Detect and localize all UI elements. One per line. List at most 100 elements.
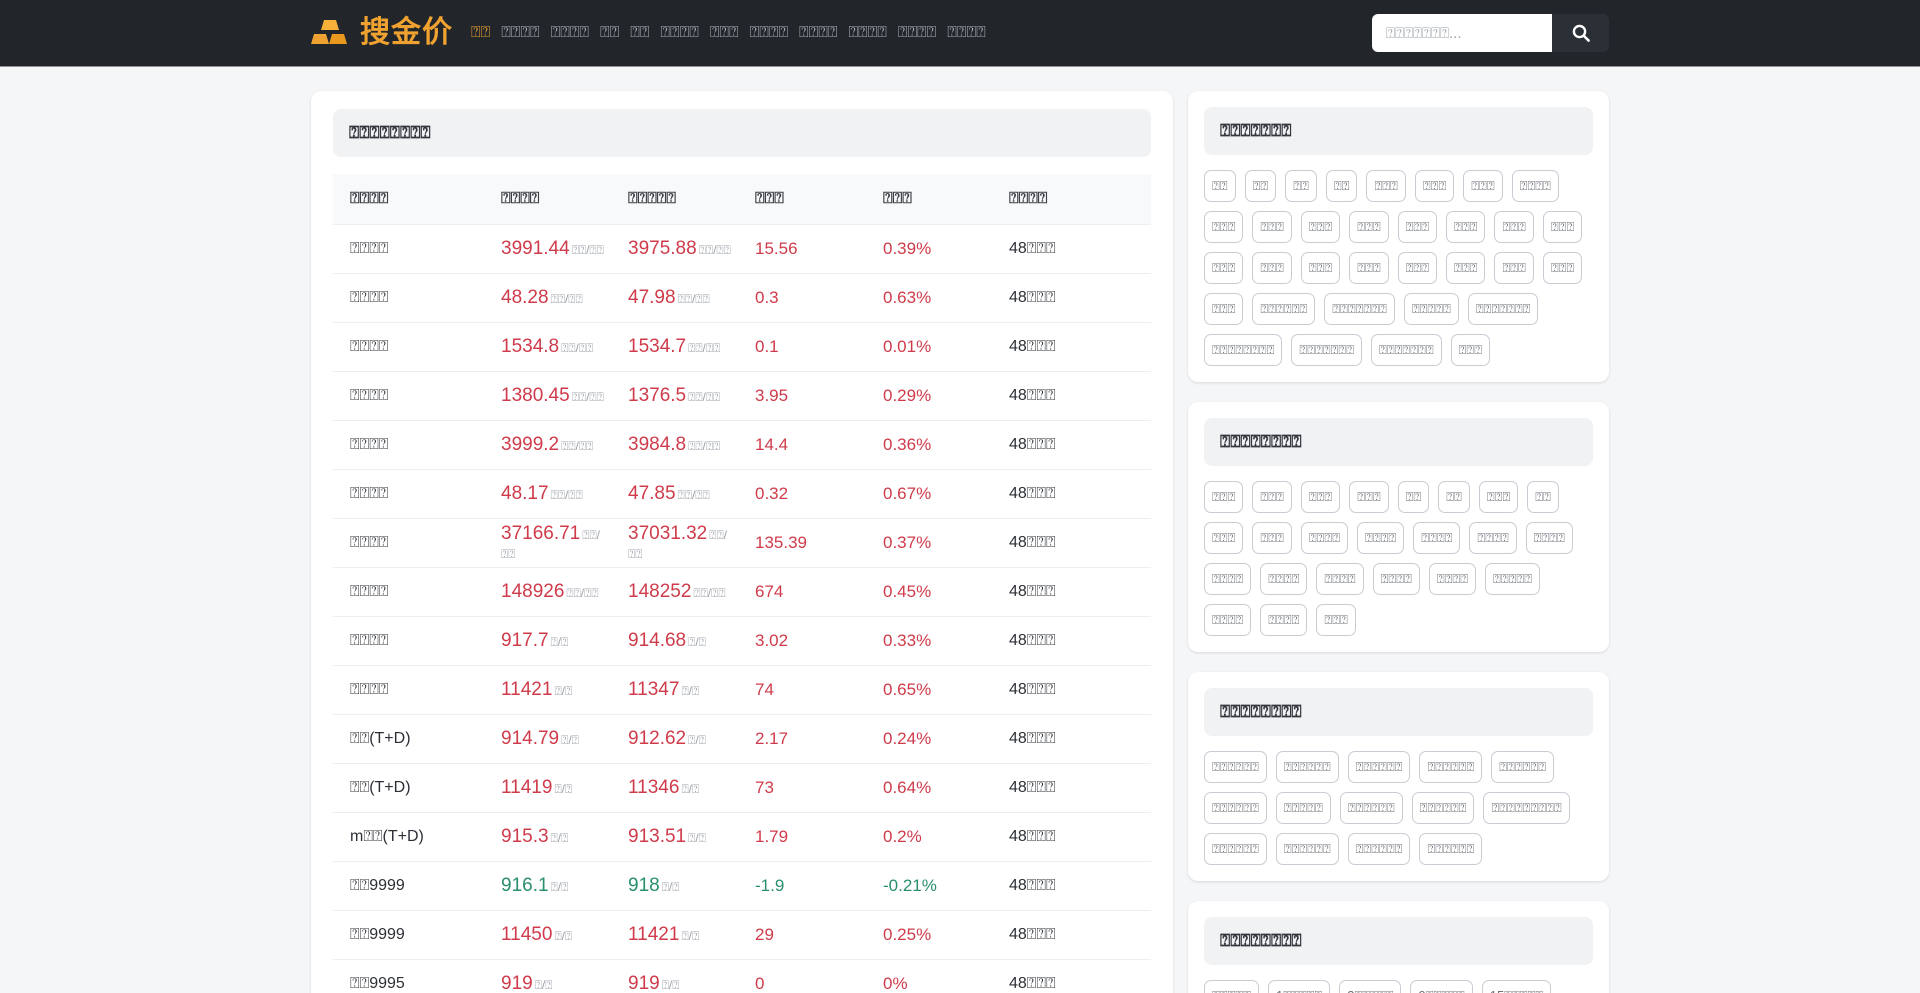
table-row[interactable]: m⍰⍰(T+D) 915.3 ⍰/⍰ 913.51 ⍰/⍰ 1.79 0.2% 48⍰⍰⍰ [333, 811, 1151, 861]
tag-link[interactable]: ⍰⍰⍰⍰ [1260, 563, 1308, 595]
tag-link[interactable]: ⍰⍰⍰⍰ [1300, 522, 1349, 554]
tag-link[interactable]: ⍰⍰⍰ [1252, 211, 1292, 243]
tag-link[interactable]: ⍰⍰⍰⍰ [1525, 522, 1573, 554]
tag-link[interactable]: ⍰⍰⍰ [1300, 481, 1341, 513]
tag-link[interactable]: ⍰⍰⍰ [1494, 211, 1534, 243]
logo[interactable]: 搜金价 [311, 16, 453, 50]
tag-link[interactable]: ⍰⍰⍰ [1300, 252, 1341, 284]
tag-link[interactable]: ⍰⍰⍰⍰⍰⍰ [1347, 833, 1411, 865]
tag-link[interactable]: ⍰⍰⍰⍰⍰⍰ [1252, 293, 1316, 325]
tag-link[interactable]: ⍰⍰ [1204, 170, 1236, 202]
table-row[interactable]: ⍰⍰⍰⍰ 148926 ⍰⍰/⍰⍰ 148252 ⍰⍰/⍰⍰ 674 0.45% 48⍰⍰⍰ [333, 566, 1151, 616]
tag-link[interactable]: ⍰⍰⍰⍰ [1413, 522, 1461, 554]
table-row[interactable]: ⍰⍰9999 11450 ⍰/⍰ 11421 ⍰/⍰ 29 0.25% 48⍰⍰⍰ [333, 909, 1151, 959]
tag-link[interactable]: ⍰⍰⍰⍰⍰⍰ [1275, 751, 1339, 783]
nav-item[interactable]: ⍰⍰⍰⍰ [551, 20, 589, 46]
tag-link[interactable]: ⍰⍰⍰⍰⍰⍰⍰ [1371, 334, 1442, 366]
tag-link[interactable]: ⍰⍰⍰⍰ [1372, 563, 1420, 595]
table-row[interactable]: ⍰⍰(T+D) 11419 ⍰/⍰ 11346 ⍰/⍰ 73 0.64% 48⍰⍰⍰ [333, 762, 1151, 812]
tag-link[interactable]: ⍰⍰⍰⍰ [1428, 563, 1477, 595]
tag-link[interactable]: ⍰⍰ [1325, 170, 1358, 202]
tag-link[interactable]: 15⍰⍰⍰⍰⍰ [1481, 980, 1552, 993]
tag-link[interactable]: ⍰⍰⍰ [1204, 252, 1244, 284]
tag-link[interactable]: ⍰⍰⍰ [1366, 170, 1406, 202]
tag-link[interactable]: ⍰⍰⍰⍰⍰⍰ [1419, 751, 1483, 783]
tag-link[interactable]: ⍰⍰⍰⍰⍰⍰ [1204, 792, 1267, 824]
tag-link[interactable]: ⍰⍰⍰ [1252, 522, 1292, 554]
tag-link[interactable]: ⍰⍰⍰ [1300, 211, 1341, 243]
search-input[interactable] [1372, 14, 1552, 52]
tag-link[interactable]: ⍰⍰⍰⍰⍰⍰ [1419, 833, 1483, 865]
tag-link[interactable]: ⍰⍰⍰⍰⍰⍰ [1204, 833, 1267, 865]
tag-link[interactable]: ⍰⍰⍰⍰⍰⍰ [1347, 751, 1411, 783]
nav-item[interactable]: ⍰⍰ [630, 20, 649, 46]
table-row[interactable]: ⍰⍰(T+D) 914.79 ⍰/⍰ 912.62 ⍰/⍰ 2.17 0.24% 48⍰⍰⍰ [333, 713, 1151, 763]
tag-link[interactable]: ⍰⍰⍰⍰⍰⍰ [1204, 751, 1267, 783]
tag-link[interactable]: ⍰⍰⍰⍰⍰⍰⍰⍰ [1204, 334, 1283, 366]
tag-link[interactable]: ⍰⍰⍰⍰⍰⍰⍰ [1291, 334, 1363, 366]
tag-link[interactable]: ⍰⍰⍰ [1316, 604, 1356, 636]
tag-link[interactable]: ⍰⍰⍰⍰ [1511, 170, 1559, 202]
tag-link[interactable]: ⍰⍰⍰⍰⍰⍰⍰ [1324, 293, 1395, 325]
tag-link[interactable]: ⍰⍰⍰ [1204, 481, 1244, 513]
tag-link[interactable]: ⍰⍰⍰⍰ [1204, 604, 1252, 636]
table-row[interactable]: ⍰⍰9995 919 ⍰/⍰ 919 ⍰/⍰ 0 0% 48⍰⍰⍰ [333, 958, 1151, 993]
tag-link[interactable]: ⍰⍰ [1244, 170, 1277, 202]
tag-link[interactable]: ⍰⍰⍰ [1446, 252, 1486, 284]
tag-link[interactable]: ⍰⍰⍰ [1349, 211, 1389, 243]
table-row[interactable]: ⍰⍰9999 916.1 ⍰/⍰ 918 ⍰/⍰ -1.9 -0.21% 48⍰⍰⍰ [333, 860, 1151, 910]
tag-link[interactable]: ⍰⍰⍰ [1414, 170, 1455, 202]
tag-link[interactable]: 3⍰⍰⍰⍰⍰ [1339, 980, 1402, 993]
tag-link[interactable]: ⍰⍰⍰⍰⍰ [1275, 792, 1331, 824]
tag-link[interactable]: ⍰⍰⍰ [1204, 293, 1244, 325]
tag-link[interactable]: ⍰⍰⍰⍰ [1469, 522, 1517, 554]
table-row[interactable]: ⍰⍰⍰⍰ 48.17 ⍰⍰/⍰⍰ 47.85 ⍰⍰/⍰⍰ 0.32 0.67% 48⍰⍰⍰ [333, 468, 1151, 518]
tag-link[interactable]: ⍰⍰⍰ [1478, 481, 1519, 513]
tag-link[interactable]: ⍰⍰ [1285, 170, 1317, 202]
nav-item[interactable]: ⍰⍰⍰⍰ [750, 20, 788, 46]
tag-link[interactable]: ⍰⍰⍰⍰ [1357, 522, 1405, 554]
tag-link[interactable]: ⍰⍰⍰ [1397, 252, 1438, 284]
tag-link[interactable]: ⍰⍰⍰ [1542, 252, 1583, 284]
table-row[interactable]: ⍰⍰⍰⍰ 1380.45 ⍰⍰/⍰⍰ 1376.5 ⍰⍰/⍰⍰ 3.95 0.29% 48⍰⍰… [333, 370, 1151, 420]
tag-link[interactable]: ⍰⍰⍰ [1204, 211, 1244, 243]
tag-link[interactable]: ⍰⍰⍰⍰ [1204, 563, 1252, 595]
tag-link[interactable]: ⍰⍰⍰ [1542, 211, 1583, 243]
nav-item[interactable]: ⍰⍰⍰⍰ [501, 20, 539, 46]
search-button[interactable] [1552, 14, 1609, 52]
tag-link[interactable]: ⍰⍰⍰⍰⍰⍰⍰⍰⍰ [1483, 792, 1570, 824]
nav-item[interactable]: ⍰⍰⍰⍰ [848, 20, 886, 46]
tag-link[interactable]: ⍰⍰⍰⍰⍰⍰ [1275, 833, 1339, 865]
table-row[interactable]: ⍰⍰⍰⍰ 3999.2 ⍰⍰/⍰⍰ 3984.8 ⍰⍰/⍰⍰ 14.4 0.36% 48⍰⍰⍰ [333, 419, 1151, 469]
tag-link[interactable]: ⍰⍰⍰ [1252, 481, 1292, 513]
nav-item-active[interactable]: ⍰⍰ [471, 20, 490, 46]
nav-item[interactable]: ⍰⍰⍰⍰ [898, 20, 936, 46]
nav-item[interactable]: ⍰⍰⍰⍰ [799, 20, 837, 46]
table-row[interactable]: ⍰⍰⍰⍰ 11421 ⍰/⍰ 11347 ⍰/⍰ 74 0.65% 48⍰⍰⍰ [333, 664, 1151, 714]
table-row[interactable]: ⍰⍰⍰⍰ 48.28 ⍰⍰/⍰⍰ 47.98 ⍰⍰/⍰⍰ 0.3 0.63% 48⍰⍰⍰ [333, 272, 1151, 322]
tag-link[interactable]: 1⍰⍰⍰⍰⍰ [1268, 980, 1331, 993]
tag-link[interactable]: ⍰⍰⍰ [1349, 481, 1389, 513]
tag-link[interactable]: ⍰⍰⍰ [1494, 252, 1534, 284]
tag-link[interactable]: ⍰⍰ [1527, 481, 1559, 513]
tag-link[interactable]: ⍰⍰⍰ [1463, 170, 1503, 202]
table-row[interactable]: ⍰⍰⍰⍰ 1534.8 ⍰⍰/⍰⍰ 1534.7 ⍰⍰/⍰⍰ 0.1 0.01% 48⍰⍰⍰ [333, 321, 1151, 371]
tag-link[interactable]: ⍰⍰⍰⍰⍰ [1485, 563, 1541, 595]
tag-link[interactable]: ⍰⍰⍰⍰⍰⍰ [1491, 751, 1555, 783]
tag-link[interactable]: ⍰⍰⍰⍰ [1260, 604, 1308, 636]
table-row[interactable]: ⍰⍰⍰⍰ 3991.44 ⍰⍰/⍰⍰ 3975.88 ⍰⍰/⍰⍰ 15.56 0.39% 48… [333, 223, 1151, 273]
nav-item[interactable]: ⍰⍰⍰⍰ [947, 20, 985, 46]
tag-link[interactable]: ⍰⍰⍰ [1446, 211, 1486, 243]
nav-item[interactable]: ⍰⍰⍰⍰ [660, 20, 698, 46]
tag-link[interactable]: ⍰⍰⍰⍰⍰⍰ [1411, 792, 1475, 824]
tag-link[interactable]: ⍰⍰ [1397, 481, 1430, 513]
tag-link[interactable]: ⍰⍰⍰ [1450, 334, 1491, 366]
tag-link[interactable]: ⍰⍰⍰⍰⍰⍰⍰ [1467, 293, 1539, 325]
tag-link[interactable]: ⍰⍰⍰⍰⍰⍰ [1339, 792, 1403, 824]
tag-link[interactable]: ⍰⍰⍰⍰⍰ [1204, 980, 1260, 993]
tag-link[interactable]: 9⍰⍰⍰⍰⍰ [1410, 980, 1473, 993]
tag-link[interactable]: ⍰⍰⍰⍰ [1316, 563, 1364, 595]
tag-link[interactable]: ⍰⍰⍰⍰⍰ [1403, 293, 1459, 325]
nav-item[interactable]: ⍰⍰ [600, 20, 619, 46]
tag-link[interactable]: ⍰⍰ [1438, 481, 1470, 513]
